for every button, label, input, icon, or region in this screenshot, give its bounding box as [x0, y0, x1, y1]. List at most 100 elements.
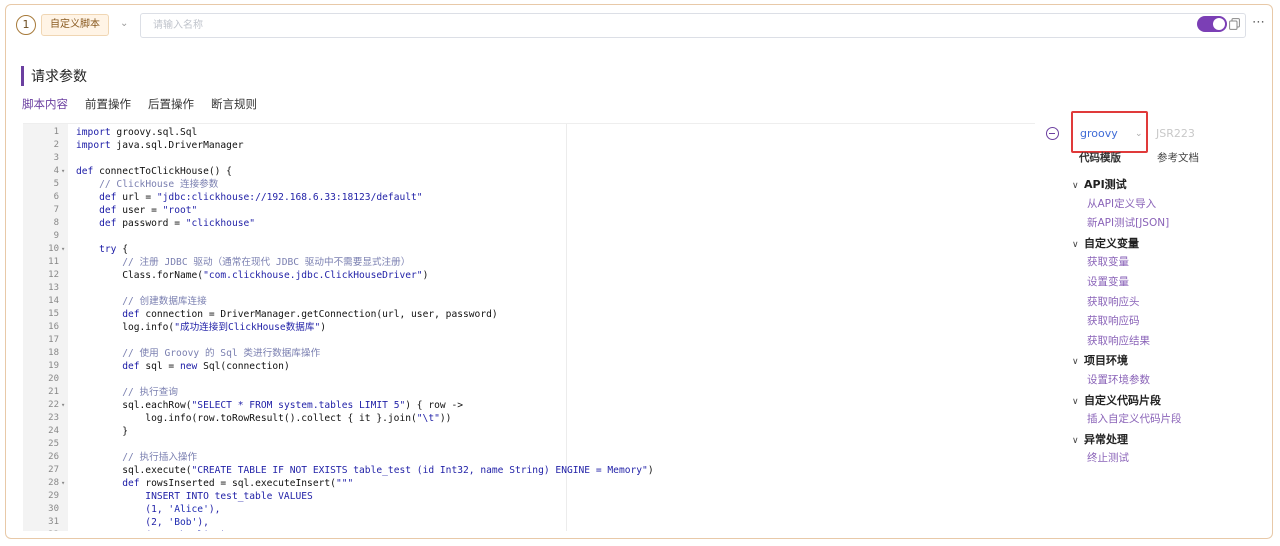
code-line[interactable]: 31 (2, 'Bob'), — [23, 516, 1035, 529]
snippet-item[interactable]: 从API定义导入 — [1072, 195, 1272, 215]
language-option-jsr223[interactable]: JSR223 — [1156, 127, 1195, 140]
code-line[interactable]: 6 def url = "jdbc:clickhouse://192.168.6… — [23, 191, 1035, 204]
code-text[interactable]: def rowsInserted = sql.executeInsert(""" — [76, 477, 353, 490]
code-text[interactable]: def connectToClickHouse() { — [76, 165, 232, 178]
code-line[interactable]: 27 sql.execute("CREATE TABLE IF NOT EXIS… — [23, 464, 1035, 477]
code-line[interactable]: 26 // 执行插入操作 — [23, 451, 1035, 464]
snippet-group[interactable]: ∨ 项目环境 — [1072, 351, 1272, 371]
chevron-down-icon[interactable]: ∨ — [1072, 432, 1084, 452]
code-text[interactable]: def sql = new Sql(connection) — [76, 360, 290, 373]
snippet-group[interactable]: ∨ 自定义变量 — [1072, 234, 1272, 254]
script-type-tag[interactable]: 自定义脚本 — [41, 14, 109, 36]
code-line[interactable]: 11 // 注册 JDBC 驱动（通常在现代 JDBC 驱动中不需要显式注册） — [23, 256, 1035, 269]
code-line[interactable]: 32 (3, 'Charlie') — [23, 529, 1035, 531]
chevron-down-icon[interactable]: ∨ — [1072, 236, 1084, 256]
tab-pre-operations[interactable]: 前置操作 — [85, 96, 131, 118]
code-line[interactable]: 2 import java.sql.DriverManager — [23, 139, 1035, 152]
snippet-item[interactable]: 插入自定义代码片段 — [1072, 410, 1272, 430]
snippet-item[interactable]: 设置环境参数 — [1072, 371, 1272, 391]
code-text[interactable]: // 使用 Groovy 的 Sql 类进行数据库操作 — [76, 347, 320, 360]
code-line[interactable]: 9 — [23, 230, 1035, 243]
tab-reference-docs[interactable]: 参考文档 — [1157, 150, 1199, 165]
code-text[interactable]: def password = "clickhouse" — [76, 217, 255, 230]
more-options-icon[interactable]: ⋯ — [1252, 15, 1266, 30]
code-lines[interactable]: 1 import groovy.sql.Sql 2 import java.sql.D… — [23, 126, 1035, 531]
code-text[interactable]: log.info("成功连接到ClickHouse数据库") — [76, 321, 326, 334]
code-text[interactable]: log.info(row.toRowResult().collect { it … — [76, 412, 451, 425]
code-line[interactable]: 24 } — [23, 425, 1035, 438]
chevron-down-icon[interactable]: ⌄ — [120, 18, 128, 29]
code-text[interactable]: def connection = DriverManager.getConnec… — [76, 308, 497, 321]
snippet-item[interactable]: 获取响应码 — [1072, 312, 1272, 332]
code-line[interactable]: 12 Class.forName("com.clickhouse.jdbc.Cl… — [23, 269, 1035, 282]
snippet-group[interactable]: ∨ 异常处理 — [1072, 430, 1272, 450]
snippet-group[interactable]: ∨ 自定义代码片段 — [1072, 391, 1272, 411]
code-line[interactable]: 30 (1, 'Alice'), — [23, 503, 1035, 516]
code-line[interactable]: 29 INSERT INTO test_table VALUES — [23, 490, 1035, 503]
code-line[interactable]: 5 // ClickHouse 连接参数 — [23, 178, 1035, 191]
snippet-item[interactable]: 获取变量 — [1072, 253, 1272, 273]
code-text[interactable]: // 执行插入操作 — [76, 451, 197, 464]
code-line[interactable]: 23 log.info(row.toRowResult().collect { … — [23, 412, 1035, 425]
code-line[interactable]: 25 — [23, 438, 1035, 451]
language-select-groovy[interactable]: groovy — [1080, 127, 1118, 140]
code-text[interactable]: import java.sql.DriverManager — [76, 139, 244, 152]
snippet-item[interactable]: 获取响应头 — [1072, 293, 1272, 313]
code-line[interactable]: 18 // 使用 Groovy 的 Sql 类进行数据库操作 — [23, 347, 1035, 360]
code-text[interactable]: INSERT INTO test_table VALUES — [76, 490, 313, 503]
snippet-item[interactable]: 获取响应结果 — [1072, 332, 1272, 352]
code-line[interactable]: 21 // 执行查询 — [23, 386, 1035, 399]
snippet-item[interactable]: 终止测试 — [1072, 449, 1272, 469]
tab-post-operations[interactable]: 后置操作 — [148, 96, 194, 118]
code-line[interactable]: 1 import groovy.sql.Sql — [23, 126, 1035, 139]
code-text[interactable]: (1, 'Alice'), — [76, 503, 220, 516]
code-text[interactable]: (3, 'Charlie') — [76, 529, 226, 531]
code-line[interactable]: 20 — [23, 373, 1035, 386]
code-line[interactable]: 16 log.info("成功连接到ClickHouse数据库") — [23, 321, 1035, 334]
code-text[interactable]: sql.execute("CREATE TABLE IF NOT EXISTS … — [76, 464, 653, 477]
code-text[interactable]: // 执行查询 — [76, 386, 178, 399]
fold-toggle-icon[interactable]: ▾ — [61, 477, 65, 490]
tab-script-content[interactable]: 脚本内容 — [22, 96, 68, 118]
snippet-item[interactable]: 新API测试[JSON] — [1072, 214, 1272, 234]
tab-code-templates[interactable]: 代码模版 — [1079, 150, 1121, 165]
code-text[interactable]: def url = "jdbc:clickhouse://192.168.6.3… — [76, 191, 422, 204]
snippet-item[interactable]: 设置变量 — [1072, 273, 1272, 293]
step-name-input[interactable] — [140, 13, 1246, 38]
code-line[interactable]: 22 ▾ sql.eachRow("SELECT * FROM system.ta… — [23, 399, 1035, 412]
code-text[interactable]: def user = "root" — [76, 204, 197, 217]
code-line[interactable]: 8 def password = "clickhouse" — [23, 217, 1035, 230]
fold-toggle-icon[interactable]: ▾ — [61, 243, 65, 256]
code-editor[interactable]: 1 import groovy.sql.Sql 2 import java.sql.D… — [23, 123, 1035, 531]
chevron-down-icon[interactable]: ∨ — [1072, 353, 1084, 373]
code-line[interactable]: 19 def sql = new Sql(connection) — [23, 360, 1035, 373]
tab-assertion-rules[interactable]: 断言规则 — [211, 96, 257, 118]
code-text[interactable]: // 注册 JDBC 驱动（通常在现代 JDBC 驱动中不需要显式注册） — [76, 256, 410, 269]
fold-toggle-icon[interactable]: ▾ — [61, 165, 65, 178]
enable-toggle[interactable] — [1197, 16, 1227, 32]
copy-icon[interactable] — [1229, 18, 1240, 30]
chevron-down-icon[interactable]: ∨ — [1072, 393, 1084, 413]
snippet-group[interactable]: ∨ API测试 — [1072, 175, 1272, 195]
code-line[interactable]: 13 — [23, 282, 1035, 295]
collapse-panel-icon[interactable] — [1046, 127, 1059, 140]
code-line[interactable]: 14 // 创建数据库连接 — [23, 295, 1035, 308]
code-text[interactable]: (2, 'Bob'), — [76, 516, 209, 529]
code-line[interactable]: 10 ▾ try { — [23, 243, 1035, 256]
chevron-down-icon[interactable]: ⌄ — [1135, 129, 1143, 139]
code-line[interactable]: 15 def connection = DriverManager.getCon… — [23, 308, 1035, 321]
code-line[interactable]: 4 ▾ def connectToClickHouse() { — [23, 165, 1035, 178]
code-text[interactable]: Class.forName("com.clickhouse.jdbc.Click… — [76, 269, 428, 282]
code-line[interactable]: 3 — [23, 152, 1035, 165]
code-text[interactable]: sql.eachRow("SELECT * FROM system.tables… — [76, 399, 463, 412]
code-line[interactable]: 7 def user = "root" — [23, 204, 1035, 217]
code-line[interactable]: 17 — [23, 334, 1035, 347]
fold-toggle-icon[interactable]: ▾ — [61, 399, 65, 412]
chevron-down-icon[interactable]: ∨ — [1072, 177, 1084, 197]
code-text[interactable]: // ClickHouse 连接参数 — [76, 178, 218, 191]
code-line[interactable]: 28 ▾ def rowsInserted = sql.executeInsert… — [23, 477, 1035, 490]
code-text[interactable]: import groovy.sql.Sql — [76, 126, 197, 139]
code-text[interactable]: } — [76, 425, 128, 438]
code-text[interactable]: try { — [76, 243, 128, 256]
code-text[interactable]: // 创建数据库连接 — [76, 295, 206, 308]
